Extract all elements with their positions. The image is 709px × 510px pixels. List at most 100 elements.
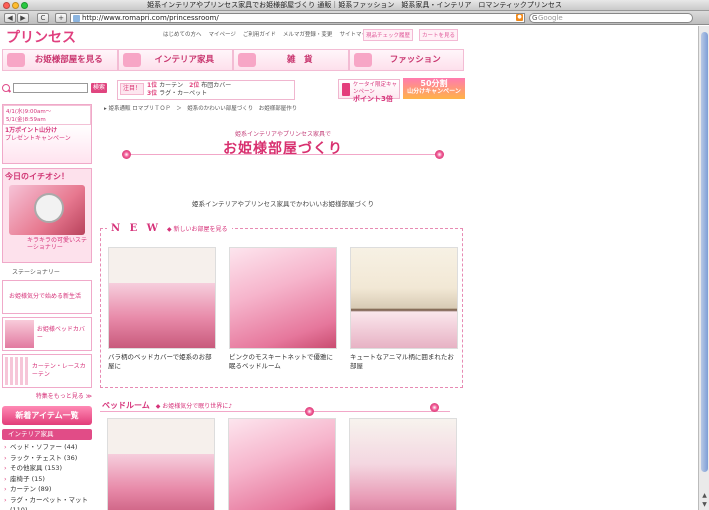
- google-search-field[interactable]: G Google: [529, 13, 693, 23]
- nav-first-time[interactable]: はじめての方へ: [163, 30, 202, 38]
- new-section-header: N E W ◆ 新しいお部屋を見る: [107, 223, 232, 234]
- banner-princess-room[interactable]: お姫様部屋を見る: [2, 49, 118, 71]
- bedroom-image[interactable]: [228, 418, 336, 510]
- nav-mypage[interactable]: マイページ: [209, 30, 236, 38]
- scroll-down-arrow[interactable]: ▼: [701, 501, 708, 508]
- todays-pick-title: 今日のイチオシ！: [5, 171, 69, 181]
- bedroom-section: ベッドルーム ◆ お姫様気分で眠り世界に♪: [100, 400, 466, 510]
- room-card[interactable]: ピンクのモスキートネットで優雅に眠るベッドルーム: [229, 247, 337, 371]
- reload-button[interactable]: C: [37, 13, 49, 23]
- rose-bedcover-image[interactable]: [108, 247, 216, 349]
- title-divider: [128, 154, 438, 155]
- close-window-button[interactable]: [3, 2, 10, 9]
- room-card[interactable]: バラ柄のベッドカバーで姫系のお部屋に: [108, 247, 216, 371]
- add-bookmark-button[interactable]: +: [55, 13, 67, 23]
- present-text: プレゼントキャンペーン: [5, 135, 71, 142]
- interior-category-list: ベッド・ソファー (44) ラック・チェスト (36) その他家具 (153) …: [2, 442, 92, 510]
- room-card[interactable]: キュートなアニマル柄に囲まれたお部屋: [350, 247, 458, 371]
- window-controls: [3, 2, 28, 9]
- category-floor-chair[interactable]: 座椅子 (15): [2, 474, 92, 485]
- browser-toolbar: ◀ ▶ C + http://www.romapri.com/princessr…: [0, 11, 709, 25]
- browser-window: 姫系インテリアやプリンセス家具でお姫様部屋づくり 通販｜姫系ファッション 姫系家…: [0, 0, 709, 510]
- stationery-link[interactable]: ステーショナリー: [12, 267, 92, 276]
- site-logo[interactable]: プリンセス: [6, 27, 76, 47]
- forward-button[interactable]: ▶: [17, 13, 29, 23]
- banner-interior[interactable]: インテリア家具: [117, 49, 233, 71]
- rose-icon: [122, 150, 131, 159]
- room-caption[interactable]: ピンクのモスキートネットで優雅に眠るベッドルーム: [229, 353, 337, 371]
- site-search: 検索: [2, 82, 107, 94]
- site-search-button[interactable]: 検索: [91, 83, 107, 93]
- cart-link[interactable]: カートを見る: [419, 29, 459, 41]
- installment-campaign-banner[interactable]: 50分割 山分けキャンペーン: [403, 78, 465, 99]
- bedroom-cards: [107, 418, 457, 510]
- rss-icon[interactable]: ●: [516, 14, 523, 21]
- feature-curtain[interactable]: カーテン・レースカーテン: [2, 354, 92, 388]
- room-caption[interactable]: キュートなアニマル柄に囲まれたお部屋: [350, 353, 458, 371]
- url-text: http://www.romapri.com/princessroom/: [82, 14, 219, 22]
- history-link[interactable]: 現品チェック履歴: [363, 29, 414, 41]
- banner-fashion[interactable]: ファッション: [348, 49, 464, 71]
- new-heading: N E W: [111, 223, 161, 234]
- feature-bed-cover[interactable]: お姫様ベッドカバー: [2, 317, 92, 351]
- page-description: 姫系インテリアやプリンセス家具でかわいいお姫様部屋づくり: [192, 200, 374, 208]
- rank3-link[interactable]: ラグ・カーペット: [159, 90, 207, 97]
- curtain-thumb: [5, 357, 29, 385]
- favicon-icon: [73, 15, 80, 22]
- bedroom-image[interactable]: [107, 418, 215, 510]
- animal-print-room-image[interactable]: [350, 247, 458, 349]
- rank1-link[interactable]: カーテン: [159, 82, 183, 89]
- address-bar[interactable]: http://www.romapri.com/princessroom/: [70, 13, 525, 23]
- scrollbar-thumb[interactable]: [701, 32, 708, 472]
- minimize-window-button[interactable]: [12, 2, 19, 9]
- mosquito-net-image[interactable]: [229, 247, 337, 349]
- rank2-link[interactable]: 布団カバー: [201, 82, 231, 89]
- rose-icon: [305, 407, 314, 416]
- vertical-scrollbar[interactable]: ▲ ▼: [698, 26, 709, 510]
- zoom-window-button[interactable]: [21, 2, 28, 9]
- new-subheading[interactable]: ◆ 新しいお部屋を見る: [167, 224, 228, 233]
- bed-cover-thumb: [5, 320, 34, 348]
- main-column: ▸ 姫系通販 ロマプリＴＯＰ ＞ 姫系のかわいい部屋づくり お姫様部屋作り 姫系…: [100, 104, 466, 510]
- bedroom-section-header: ベッドルーム ◆ お姫様気分で眠り世界に♪: [100, 400, 466, 411]
- nav-guide[interactable]: ご利用ガイド: [243, 30, 276, 38]
- category-rug[interactable]: ラグ・カーペット・マット (110): [2, 495, 92, 510]
- bedroom-divider: [100, 411, 450, 412]
- window-title: 姫系インテリアやプリンセス家具でお姫様部屋づくり 通販｜姫系ファッション 姫系家…: [147, 1, 562, 9]
- page-right-margin: [472, 26, 698, 510]
- notice-tag: 注目！: [120, 83, 145, 95]
- search-icon: [2, 84, 10, 92]
- category-banners: お姫様部屋を見る インテリア家具 雑 貨 ファッション: [2, 49, 464, 71]
- campaign-text: 1万ポイント山分け: [5, 127, 58, 134]
- new-items-button[interactable]: 新着アイテム一覧: [2, 406, 92, 425]
- campaign-dates: 4/1(水)9:00am〜5/1(金)8:59am: [3, 105, 91, 125]
- bedroom-image[interactable]: [349, 418, 457, 510]
- rose-icon: [430, 403, 439, 412]
- category-other-furniture[interactable]: その他家具 (153): [2, 463, 92, 474]
- category-rack-chest[interactable]: ラック・チェスト (36): [2, 453, 92, 464]
- chair-icon: [122, 53, 141, 67]
- category-curtain[interactable]: カーテン (89): [2, 484, 92, 495]
- page-title-area: 姫系インテリアやプリンセス家具で お姫様部屋づくり: [100, 120, 466, 170]
- feature-new-life[interactable]: お姫様気分で始める新生活: [2, 280, 92, 314]
- todays-pick-caption: キラキラの可愛いステーショナリー: [27, 237, 88, 251]
- room-caption[interactable]: バラ柄のベッドカバーで姫系のお部屋に: [108, 353, 216, 371]
- todays-pick[interactable]: 今日のイチオシ！ キラキラの可愛いステーショナリー: [2, 168, 92, 263]
- breadcrumb[interactable]: ▸ 姫系通販 ロマプリＴＯＰ ＞ 姫系のかわいい部屋づくり お姫様部屋作り: [100, 104, 466, 112]
- new-rooms-section: N E W ◆ 新しいお部屋を見る バラ柄のベッドカバーで姫系のお部屋に ピンク…: [100, 223, 463, 388]
- mobile-campaign-banner[interactable]: ケータイ限定キャンペーン ポイント3倍: [338, 79, 400, 103]
- page-content: プリンセス はじめての方へ マイページ ご利用ガイド メルマガ登録・変更 サイト…: [0, 26, 698, 510]
- top-nav: はじめての方へ マイページ ご利用ガイド メルマガ登録・変更 サイトマップ: [163, 30, 372, 38]
- ranking-notice: 注目！ 1位 カーテン 2位 布団カバー 3位 ラグ・カーペット: [117, 80, 295, 100]
- point-campaign-box[interactable]: 4/1(水)9:00am〜5/1(金)8:59am 1万ポイント山分け プレゼン…: [2, 104, 92, 164]
- header-right-links: 現品チェック履歴 カートを見る: [363, 29, 459, 41]
- scroll-up-arrow[interactable]: ▲: [701, 492, 708, 499]
- banner-goods[interactable]: 雑 貨: [233, 49, 349, 71]
- category-bed-sofa[interactable]: ベッド・ソファー (44): [2, 442, 92, 453]
- more-features-link[interactable]: 特集をもっと見る ≫: [2, 391, 92, 400]
- nav-newsletter[interactable]: メルマガ登録・変更: [283, 30, 333, 38]
- site-search-input[interactable]: [13, 83, 88, 93]
- back-button[interactable]: ◀: [4, 13, 16, 23]
- page-title: お姫様部屋づくり: [223, 141, 343, 157]
- bedroom-heading: ベッドルーム: [102, 400, 150, 410]
